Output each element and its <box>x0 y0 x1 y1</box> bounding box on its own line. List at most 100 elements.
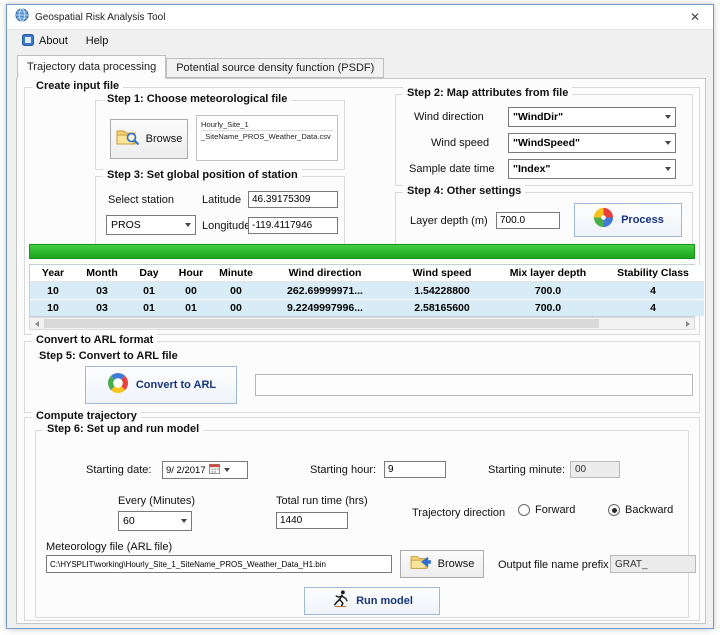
starting-date-label: Starting date: <box>86 464 151 476</box>
scroll-left-button[interactable] <box>30 318 43 329</box>
station-combo[interactable]: PROS <box>106 215 196 235</box>
app-window: Geospatial Risk Analysis Tool ✕ About He… <box>6 4 714 629</box>
wind-speed-combo[interactable]: "WindSpeed" <box>508 133 676 153</box>
column-header-minute[interactable]: Minute <box>212 265 260 282</box>
meteorology-file-input[interactable] <box>46 555 392 573</box>
column-header-wind-speed[interactable]: Wind speed <box>390 265 494 282</box>
convert-to-arl-group: Convert to ARL format Step 5: Convert to… <box>24 341 700 413</box>
arl-browse-button[interactable]: Browse <box>400 550 484 578</box>
table-cell: 4 <box>602 299 704 316</box>
column-header-stability-class[interactable]: Stability Class <box>602 265 704 282</box>
table-cell: 262.69999971... <box>260 282 390 299</box>
chevron-down-icon <box>665 115 671 119</box>
total-run-time-input[interactable] <box>276 512 348 529</box>
scrollbar-thumb[interactable] <box>44 319 599 328</box>
starting-hour-label: Starting hour: <box>310 464 376 476</box>
every-minutes-label: Every (Minutes) <box>118 495 195 507</box>
radio-icon <box>518 504 530 516</box>
compute-trajectory-group: Compute trajectory Step 6: Set up and ru… <box>24 417 700 621</box>
starting-hour-input[interactable] <box>384 461 446 478</box>
menu-about[interactable]: About <box>13 32 77 51</box>
forward-radio-label: Forward <box>535 504 575 516</box>
sample-date-time-label: Sample date time <box>409 163 495 175</box>
column-header-day[interactable]: Day <box>128 265 170 282</box>
tab-psdf[interactable]: Potential source density function (PSDF) <box>166 58 384 78</box>
run-model-label: Run model <box>356 595 413 607</box>
folder-search-icon <box>116 127 140 152</box>
chosen-file-display: Hourly_Site_1 _SiteName_PROS_Weather_Dat… <box>196 115 338 161</box>
compute-trajectory-title: Compute trajectory <box>32 410 141 422</box>
column-header-wind-direction[interactable]: Wind direction <box>260 265 390 282</box>
menu-help[interactable]: Help <box>77 33 118 49</box>
chevron-down-icon <box>665 167 671 171</box>
longitude-input[interactable] <box>248 217 338 234</box>
table-cell: 700.0 <box>494 282 602 299</box>
column-header-mix-layer-depth[interactable]: Mix layer depth <box>494 265 602 282</box>
create-input-file-title: Create input file <box>32 80 123 92</box>
layer-depth-label: Layer depth (m) <box>410 215 488 227</box>
table-cell: 01 <box>128 282 170 299</box>
starting-date-picker[interactable]: 9/ 2/2017 <box>162 461 248 479</box>
tab-trajectory-data-processing[interactable]: Trajectory data processing <box>17 55 166 79</box>
every-minutes-value: 60 <box>123 515 135 527</box>
about-icon <box>22 34 34 49</box>
starting-minute-label: Starting minute: <box>488 464 565 476</box>
output-prefix-box: GRAT_ <box>610 555 696 573</box>
table-row[interactable]: 10 03 01 01 00 9.2249997996... 2.5816560… <box>30 299 694 316</box>
menu-help-label: Help <box>86 35 109 47</box>
forward-radio[interactable]: Forward <box>518 504 575 516</box>
station-value: PROS <box>111 219 141 231</box>
globe-icon <box>15 8 29 27</box>
scroll-left-icon <box>35 321 39 327</box>
wind-direction-label: Wind direction <box>414 111 484 123</box>
every-minutes-combo[interactable]: 60 <box>118 511 192 531</box>
layer-depth-input[interactable] <box>496 212 560 229</box>
table-row[interactable]: 10 03 01 00 00 262.69999971... 1.5422880… <box>30 282 694 299</box>
step4-group: Step 4: Other settings Layer depth (m) P… <box>395 192 693 248</box>
meteorology-file-label: Meteorology file (ARL file) <box>46 541 172 553</box>
backward-radio[interactable]: Backward <box>608 504 673 516</box>
step6-group: Step 6: Set up and run model Starting da… <box>35 430 689 618</box>
run-model-button[interactable]: Run model <box>304 587 440 615</box>
scroll-right-button[interactable] <box>681 318 694 329</box>
tab-strip: Trajectory data processing Potential sou… <box>7 52 713 78</box>
total-run-time-label: Total run time (hrs) <box>276 495 368 507</box>
column-header-year[interactable]: Year <box>30 265 76 282</box>
sample-date-time-value: "Index" <box>513 163 550 175</box>
select-station-label: Select station <box>108 194 174 206</box>
step3-title: Step 3: Set global position of station <box>103 169 302 181</box>
menu-about-label: About <box>39 35 68 47</box>
backward-radio-label: Backward <box>625 504 673 516</box>
chosen-file-line1: Hourly_Site_1 <box>201 119 333 131</box>
table-cell: 10 <box>30 282 76 299</box>
table-cell: 4 <box>602 282 704 299</box>
table-cell: 1.54228800 <box>390 282 494 299</box>
latitude-input[interactable] <box>248 191 338 208</box>
step3-group: Step 3: Set global position of station S… <box>95 176 345 246</box>
step2-group: Step 2: Map attributes from file Wind di… <box>395 94 693 186</box>
close-button[interactable]: ✕ <box>677 5 713 29</box>
wind-speed-value: "WindSpeed" <box>513 137 580 149</box>
scroll-right-icon <box>686 321 690 327</box>
table-cell: 03 <box>76 282 128 299</box>
column-header-month[interactable]: Month <box>76 265 128 282</box>
table-cell: 2.58165600 <box>390 299 494 316</box>
menu-bar: About Help <box>7 29 713 52</box>
output-prefix-label: Output file name prefix <box>498 559 609 571</box>
longitude-label: Longitude <box>202 220 250 232</box>
process-button[interactable]: Process <box>574 203 682 237</box>
table-cell: 03 <box>76 299 128 316</box>
folder-arrow-icon <box>410 553 432 576</box>
table-horizontal-scrollbar <box>29 317 695 330</box>
step1-browse-button[interactable]: Browse <box>110 119 188 159</box>
process-label: Process <box>621 214 664 226</box>
convert-to-arl-button[interactable]: Convert to ARL <box>85 366 237 404</box>
step1-group: Step 1: Choose meteorological file Brows… <box>95 100 345 170</box>
sample-date-time-combo[interactable]: "Index" <box>508 159 676 179</box>
process-progress-bar <box>29 244 695 259</box>
wind-speed-label: Wind speed <box>431 137 489 149</box>
column-header-hour[interactable]: Hour <box>170 265 212 282</box>
wind-direction-combo[interactable]: "WindDir" <box>508 107 676 127</box>
weather-data-table: Year Month Day Hour Minute Wind directio… <box>29 264 695 317</box>
table-cell: 9.2249997996... <box>260 299 390 316</box>
